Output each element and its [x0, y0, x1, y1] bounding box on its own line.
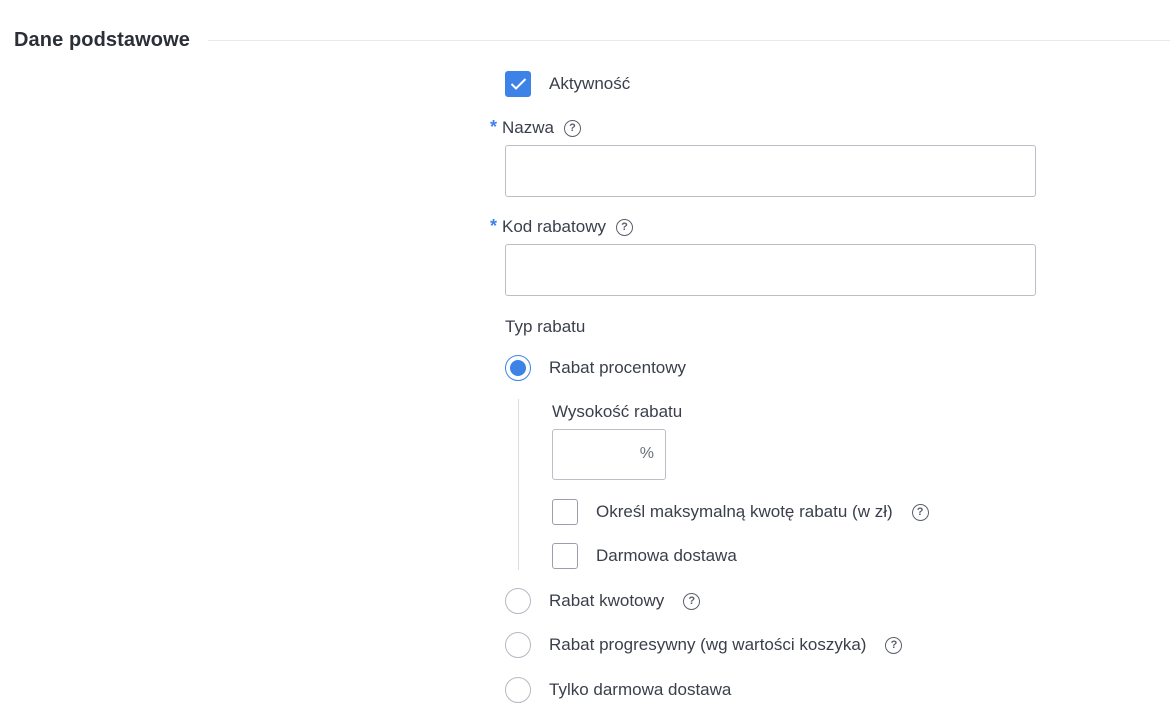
help-icon[interactable]: ? [911, 503, 929, 521]
max-amount-checkbox[interactable] [552, 499, 578, 525]
max-amount-row[interactable]: Określ maksymalną kwotę rabatu (w zł) ? [552, 499, 929, 525]
discount-code-input[interactable] [505, 244, 1036, 296]
radio-button[interactable] [505, 677, 531, 703]
name-label-row: * Nazwa ? [490, 116, 581, 140]
code-label: Kod rabatowy [502, 217, 606, 236]
help-icon[interactable]: ? [563, 119, 581, 137]
free-shipping-row[interactable]: Darmowa dostawa [552, 543, 737, 569]
radio-percent-discount[interactable]: Rabat procentowy [505, 355, 686, 381]
amount-label-row: Wysokość rabatu [552, 400, 682, 424]
radio-label: Tylko darmowa dostawa [549, 680, 732, 699]
name-label: Nazwa [502, 118, 554, 137]
radio-free-shipping-only[interactable]: Tylko darmowa dostawa [505, 677, 731, 703]
radio-progressive-discount[interactable]: Rabat progresywny (wg wartości koszyka) … [505, 632, 903, 658]
percent-amount-input[interactable] [553, 430, 633, 479]
required-mark: * [490, 116, 498, 137]
radio-label: Rabat progresywny (wg wartości koszyka) [549, 635, 867, 654]
percent-unit: % [639, 445, 654, 462]
basic-data-form: Aktywność * Nazwa ? * Kod rabatowy ? Typ… [0, 0, 1170, 719]
name-input[interactable] [505, 145, 1036, 197]
percent-options-divider [518, 399, 519, 570]
active-row[interactable]: Aktywność [505, 71, 630, 97]
amount-label: Wysokość rabatu [552, 402, 683, 421]
radio-button[interactable] [505, 588, 531, 614]
help-icon[interactable]: ? [885, 636, 903, 654]
radio-amount-discount[interactable]: Rabat kwotowy ? [505, 588, 701, 614]
discount-type-label-row: Typ rabatu [505, 315, 585, 339]
free-shipping-label: Darmowa dostawa [596, 546, 737, 565]
discount-type-label: Typ rabatu [505, 317, 586, 336]
radio-button[interactable] [505, 632, 531, 658]
help-icon[interactable]: ? [615, 218, 633, 236]
max-amount-label: Określ maksymalną kwotę rabatu (w zł) [596, 502, 893, 521]
active-label: Aktywność [549, 74, 631, 93]
checkmark-icon [510, 78, 527, 90]
radio-label: Rabat procentowy [549, 358, 687, 377]
help-icon[interactable]: ? [683, 592, 701, 610]
radio-button[interactable] [505, 355, 531, 381]
percent-amount-field[interactable]: % [552, 429, 666, 480]
free-shipping-checkbox[interactable] [552, 543, 578, 569]
radio-label: Rabat kwotowy [549, 591, 665, 610]
active-checkbox[interactable] [505, 71, 531, 97]
code-label-row: * Kod rabatowy ? [490, 215, 633, 239]
required-mark: * [490, 215, 498, 236]
